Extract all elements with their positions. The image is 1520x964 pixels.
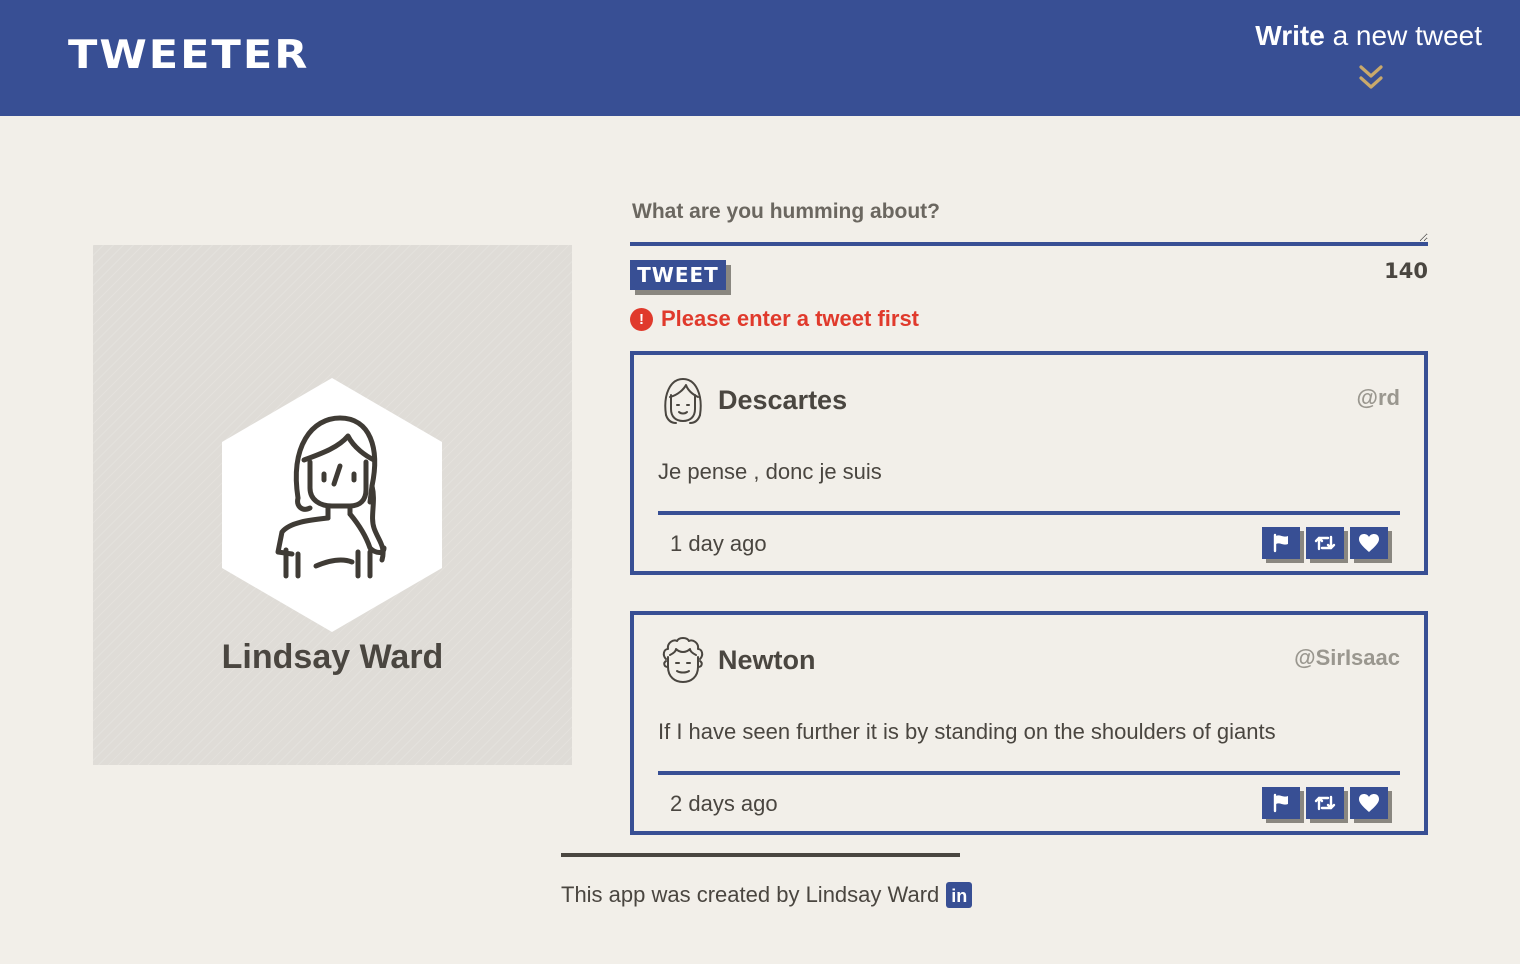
tweet-card: Descartes @rd Je pense , donc je suis 1 … xyxy=(630,351,1428,575)
heart-icon xyxy=(1359,534,1379,552)
tweet-actions xyxy=(1262,787,1388,819)
retweet-button[interactable] xyxy=(1306,787,1344,819)
tweet-divider xyxy=(658,771,1400,775)
write-new-tweet-bold: Write xyxy=(1255,20,1325,51)
write-new-tweet-toggle[interactable]: Write a new tweet xyxy=(1255,20,1482,52)
heart-icon xyxy=(1359,794,1379,812)
linkedin-icon[interactable]: in xyxy=(946,882,973,908)
tweet-card: Newton @SirIsaac If I have seen further … xyxy=(630,611,1428,835)
footer-divider xyxy=(561,853,960,857)
brand-logo[interactable]: TWEETER xyxy=(68,32,309,78)
error-alert-icon: ! xyxy=(630,307,653,331)
tweet-timestamp: 2 days ago xyxy=(670,791,778,816)
woman-avatar-icon xyxy=(222,378,442,632)
tweet-author: Descartes xyxy=(718,385,848,415)
flag-button[interactable] xyxy=(1262,787,1300,819)
curly-hair-face-avatar-icon xyxy=(662,637,704,683)
top-nav: TWEETER Write a new tweet xyxy=(0,0,1520,116)
error-message-text: Please enter a tweet first xyxy=(661,306,920,331)
tweet-author: Newton xyxy=(718,645,816,675)
tweet-text: If I have seen further it is by standing… xyxy=(658,719,1276,744)
character-counter: 140 xyxy=(1384,259,1428,283)
tweet-text-input[interactable] xyxy=(630,196,1428,246)
write-new-tweet-rest: a new tweet xyxy=(1324,20,1482,51)
retweet-icon xyxy=(1314,535,1336,551)
tweet-submit-button[interactable]: TWEET xyxy=(630,260,726,290)
like-button[interactable] xyxy=(1350,527,1388,559)
footer-credit: This app was created by Lindsay Ward xyxy=(561,882,940,907)
flag-button[interactable] xyxy=(1262,527,1300,559)
girl-face-avatar-icon xyxy=(664,378,702,424)
retweet-icon xyxy=(1314,795,1336,811)
flag-icon xyxy=(1273,533,1288,553)
tweet-text: Je pense , donc je suis xyxy=(658,459,882,484)
double-chevron-down-icon[interactable] xyxy=(1357,64,1385,92)
error-message: ! Please enter a tweet first xyxy=(630,306,919,332)
footer: This app was created by Lindsay Ward in xyxy=(561,882,973,908)
tweet-actions xyxy=(1262,527,1388,559)
retweet-button[interactable] xyxy=(1306,527,1344,559)
tweet-handle: @rd xyxy=(1356,385,1400,410)
like-button[interactable] xyxy=(1350,787,1388,819)
tweet-timestamp: 1 day ago xyxy=(670,531,767,556)
profile-card: Lindsay Ward xyxy=(93,245,572,765)
tweet-handle: @SirIsaac xyxy=(1294,645,1400,670)
flag-icon xyxy=(1273,793,1288,813)
profile-name: Lindsay Ward xyxy=(221,638,444,676)
tweet-divider xyxy=(658,511,1400,515)
